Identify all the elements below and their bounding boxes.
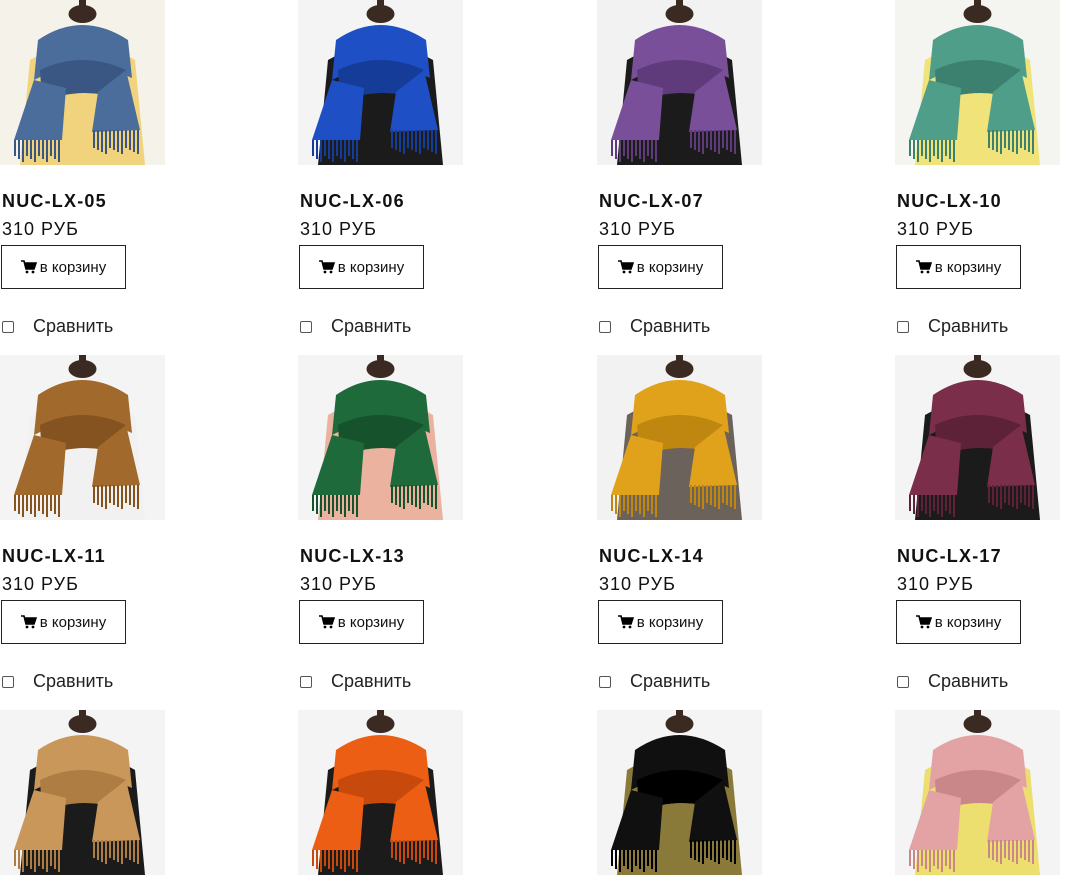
compare-checkbox[interactable] [897, 320, 909, 333]
scarf-photo [895, 710, 1060, 875]
product-name[interactable]: NUC-LX-10 [897, 191, 1002, 212]
product-image[interactable] [298, 0, 463, 165]
product-image[interactable] [597, 710, 762, 875]
add-to-cart-label: в корзину [934, 613, 1002, 631]
cart-icon [617, 260, 634, 274]
product-image[interactable] [298, 355, 463, 520]
product-price: 310 РУБ [300, 574, 377, 594]
product-image[interactable] [895, 710, 1060, 875]
product-image[interactable] [597, 0, 762, 165]
compare-checkbox[interactable] [599, 675, 611, 688]
add-to-cart-button[interactable]: в корзину [896, 245, 1021, 289]
add-to-cart-label: в корзину [934, 258, 1002, 276]
add-to-cart-button[interactable]: в корзину [1, 600, 126, 644]
scarf-photo [298, 0, 463, 165]
product-image[interactable] [298, 710, 463, 875]
cart-icon [617, 615, 634, 629]
compare-checkbox[interactable] [2, 320, 14, 333]
compare-label[interactable]: Сравнить [331, 671, 411, 692]
compare-checkbox[interactable] [599, 320, 611, 333]
scarf-photo [0, 710, 165, 875]
compare-control: Сравнить [2, 671, 113, 692]
cart-icon [915, 260, 932, 274]
add-to-cart-button[interactable]: в корзину [1, 245, 126, 289]
compare-control: Сравнить [897, 671, 1008, 692]
add-to-cart-button[interactable]: в корзину [299, 245, 424, 289]
product-name[interactable]: NUC-LX-05 [2, 191, 107, 212]
add-to-cart-button[interactable]: в корзину [598, 245, 723, 289]
compare-label[interactable]: Сравнить [630, 316, 710, 337]
product-price: 310 РУБ [599, 219, 676, 239]
compare-control: Сравнить [2, 316, 113, 337]
product-name[interactable]: NUC-LX-14 [599, 546, 704, 567]
product-name[interactable]: NUC-LX-06 [300, 191, 405, 212]
product-price: 310 РУБ [2, 574, 79, 594]
add-to-cart-label: в корзину [337, 613, 405, 631]
add-to-cart-label: в корзину [39, 258, 107, 276]
product-image[interactable] [0, 0, 165, 165]
scarf-photo [597, 355, 762, 520]
cart-icon [318, 615, 335, 629]
product-image[interactable] [895, 0, 1060, 165]
product-image[interactable] [0, 355, 165, 520]
scarf-photo [895, 0, 1060, 165]
add-to-cart-label: в корзину [337, 258, 405, 276]
add-to-cart-label: в корзину [636, 613, 704, 631]
compare-checkbox[interactable] [300, 675, 312, 688]
product-price: 310 РУБ [897, 574, 974, 594]
cart-icon [20, 260, 37, 274]
product-price: 310 РУБ [897, 219, 974, 239]
product-name[interactable]: NUC-LX-11 [2, 546, 106, 567]
compare-checkbox[interactable] [2, 675, 14, 688]
product-price: 310 РУБ [300, 219, 377, 239]
compare-label[interactable]: Сравнить [928, 316, 1008, 337]
scarf-photo [0, 0, 165, 165]
product-image[interactable] [895, 355, 1060, 520]
cart-icon [915, 615, 932, 629]
cart-icon [20, 615, 37, 629]
compare-label[interactable]: Сравнить [33, 671, 113, 692]
compare-label[interactable]: Сравнить [33, 316, 113, 337]
product-price: 310 РУБ [2, 219, 79, 239]
product-name[interactable]: NUC-LX-17 [897, 546, 1002, 567]
compare-label[interactable]: Сравнить [928, 671, 1008, 692]
add-to-cart-label: в корзину [39, 613, 107, 631]
add-to-cart-button[interactable]: в корзину [299, 600, 424, 644]
compare-checkbox[interactable] [300, 320, 312, 333]
scarf-photo [298, 710, 463, 875]
product-grid: NUC-LX-05 310 РУБ в корзину Сравнить NUC-LX-… [0, 0, 1069, 882]
scarf-photo [895, 355, 1060, 520]
compare-control: Сравнить [599, 671, 710, 692]
add-to-cart-button[interactable]: в корзину [598, 600, 723, 644]
scarf-photo [597, 710, 762, 875]
compare-label[interactable]: Сравнить [331, 316, 411, 337]
compare-control: Сравнить [897, 316, 1008, 337]
product-name[interactable]: NUC-LX-07 [599, 191, 704, 212]
cart-icon [318, 260, 335, 274]
scarf-photo [298, 355, 463, 520]
scarf-photo [0, 355, 165, 520]
product-name[interactable]: NUC-LX-13 [300, 546, 405, 567]
add-to-cart-button[interactable]: в корзину [896, 600, 1021, 644]
product-image[interactable] [597, 355, 762, 520]
product-price: 310 РУБ [599, 574, 676, 594]
compare-label[interactable]: Сравнить [630, 671, 710, 692]
scarf-photo [597, 0, 762, 165]
compare-control: Сравнить [599, 316, 710, 337]
product-image[interactable] [0, 710, 165, 875]
compare-checkbox[interactable] [897, 675, 909, 688]
compare-control: Сравнить [300, 671, 411, 692]
add-to-cart-label: в корзину [636, 258, 704, 276]
compare-control: Сравнить [300, 316, 411, 337]
